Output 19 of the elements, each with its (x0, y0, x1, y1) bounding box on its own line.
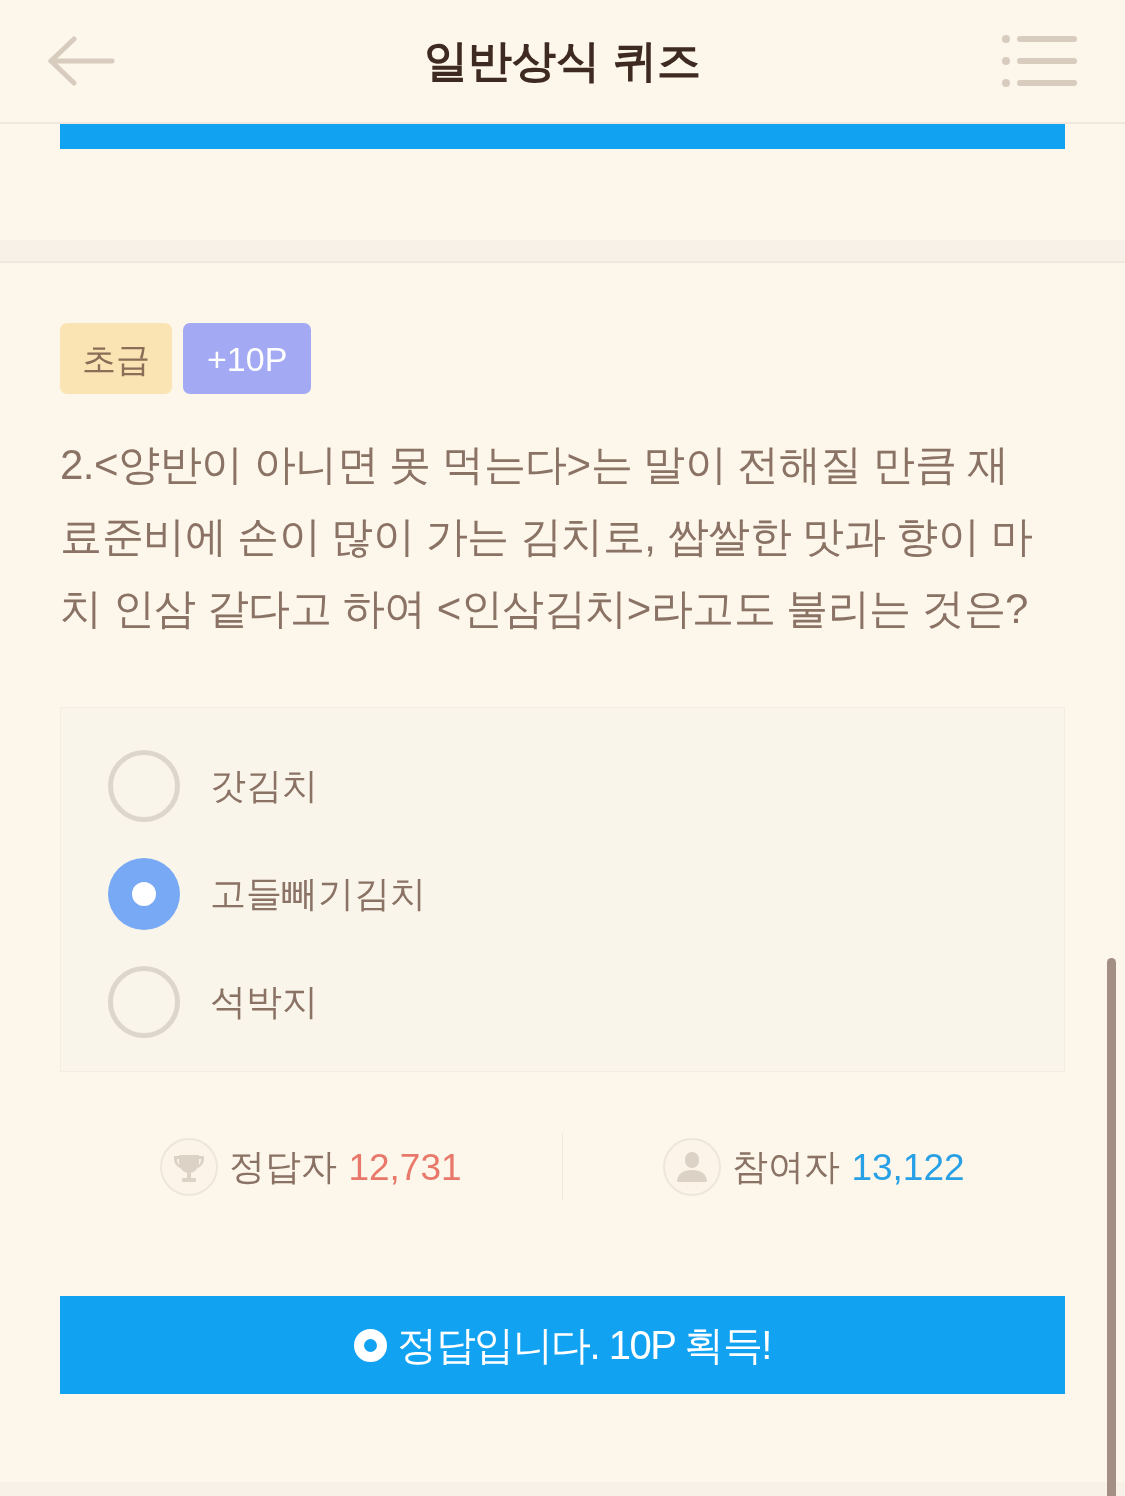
option-label[interactable]: 고들빼기김치 (210, 876, 426, 912)
stat-count: 13,122 (851, 1148, 965, 1186)
result-message: 정답입니다. 10P 획득! (397, 1325, 771, 1365)
ring-icon (354, 1328, 388, 1362)
back-icon[interactable] (48, 36, 115, 86)
stat-count: 12,731 (348, 1148, 462, 1186)
radio-button[interactable] (108, 966, 180, 1038)
option-label[interactable]: 갓김치 (210, 768, 318, 804)
trophy-icon (160, 1138, 219, 1196)
stat-label: 정답자 (229, 1149, 338, 1185)
stat-label: 참여자 (732, 1149, 841, 1185)
option-label[interactable]: 석박지 (210, 984, 318, 1020)
question-text: 2.<양반이 아니면 못 먹는다>는 말이 전해질 만큼 재료준비에 손이 많이 가는 김치로, 쌉쌀한 맛과 향이 마치 인삼 같다고 하여 <인삼김치>라고도 불리는 것은? (60, 440, 1034, 634)
level-badge: 초급 (60, 323, 172, 394)
menu-icon[interactable] (1001, 35, 1077, 87)
radio-button[interactable] (108, 750, 180, 822)
person-icon (663, 1138, 722, 1196)
page-title: 일반상식 퀴즈 (424, 39, 701, 83)
points-badge: +10P (183, 323, 312, 394)
